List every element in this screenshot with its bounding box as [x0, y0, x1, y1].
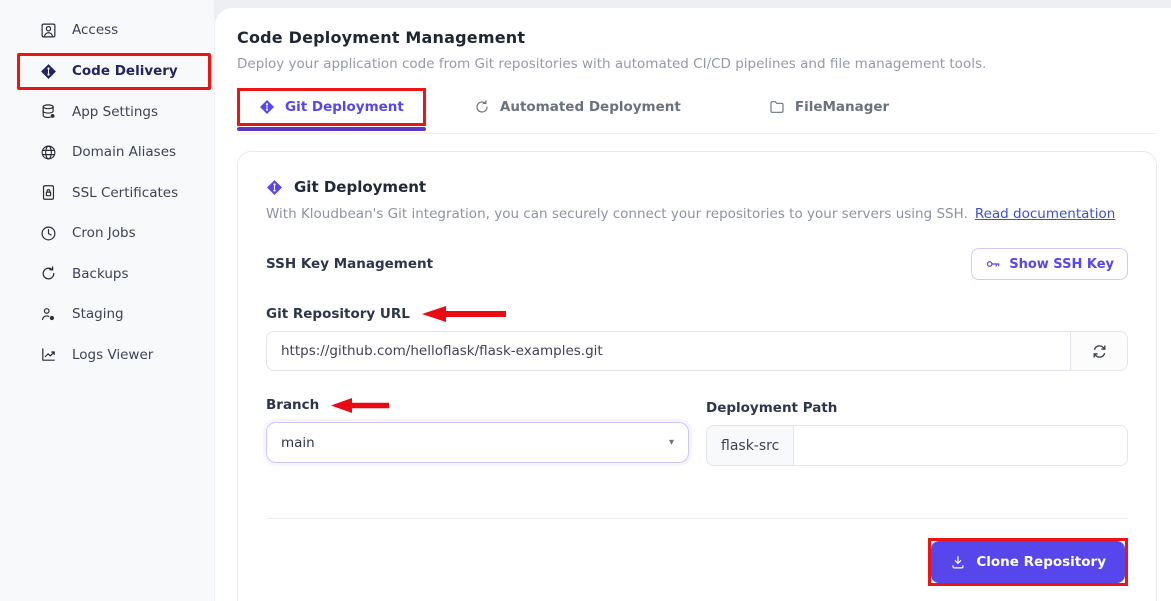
tab-label: Git Deployment — [285, 99, 404, 115]
git-icon — [41, 63, 56, 79]
main-panel: Code Deployment Management Deploy your a… — [215, 8, 1171, 601]
annotation-highlight-box: Clone Repository — [928, 538, 1128, 586]
card-title: Git Deployment — [294, 178, 427, 196]
branch-path-row: Branch main ▾ Deployment Path flask-src — [266, 397, 1128, 466]
staging-icon — [41, 307, 55, 320]
git-icon — [267, 179, 282, 195]
sidebar-item-app-settings[interactable]: App Settings — [0, 92, 214, 133]
tab-bar: Git Deployment Automated Deployment File… — [237, 88, 1157, 134]
clone-repository-label: Clone Repository — [976, 554, 1106, 570]
clone-repository-button[interactable]: Clone Repository — [931, 541, 1125, 583]
download-icon — [952, 556, 964, 569]
sidebar-item-label: App Settings — [72, 103, 159, 120]
sync-icon — [476, 100, 488, 113]
actions-row: Clone Repository — [266, 538, 1128, 586]
sidebar-item-backups[interactable]: Backups — [0, 254, 214, 295]
sidebar-item-domain-aliases[interactable]: Domain Aliases — [0, 132, 214, 173]
sidebar-item-label: Staging — [72, 306, 124, 323]
branch-label-row: Branch — [266, 397, 689, 413]
git-repository-url-label: Git Repository URL — [266, 306, 410, 322]
tab-filemanager[interactable]: FileManager — [747, 88, 911, 126]
folder-icon — [770, 101, 784, 113]
refresh-repo-button[interactable] — [1070, 332, 1127, 370]
deployment-path-field: flask-src — [706, 425, 1128, 466]
branch-select[interactable]: main ▾ — [266, 422, 689, 463]
chevron-down-icon: ▾ — [668, 437, 674, 448]
tab-label: FileManager — [794, 99, 890, 115]
sidebar-item-staging[interactable]: Staging — [0, 294, 214, 335]
database-icon — [42, 104, 55, 119]
git-icon — [260, 100, 274, 114]
user-badge-icon — [41, 23, 56, 38]
sync-icon — [1093, 344, 1105, 358]
sidebar-item-label: SSL Certificates — [72, 184, 179, 201]
description-text: With Kloudbean's Git integration, you ca… — [266, 206, 968, 222]
sidebar-item-label: Backups — [72, 265, 129, 282]
repo-url-input[interactable] — [267, 332, 1070, 370]
repo-url-field — [266, 331, 1128, 371]
page-title: Code Deployment Management — [237, 28, 526, 47]
sidebar-item-label: Code Delivery — [72, 63, 178, 79]
tab-label: Automated Deployment — [499, 99, 681, 115]
sidebar-item-code-delivery[interactable]: Code Delivery — [17, 52, 211, 90]
certificate-icon — [42, 185, 55, 201]
sidebar-item-label: Domain Aliases — [72, 144, 177, 161]
branch-label: Branch — [266, 397, 320, 413]
clock-icon — [41, 226, 56, 241]
deployment-path-input[interactable] — [794, 426, 1127, 465]
key-icon — [987, 261, 1000, 267]
git-deployment-card: Git Deployment With Kloudbean's Git inte… — [237, 151, 1157, 601]
repo-url-label-row: Git Repository URL — [266, 306, 1128, 322]
show-ssh-key-label: Show SSH Key — [1009, 256, 1114, 272]
page-subtitle: Deploy your application code from Git re… — [237, 56, 987, 72]
sidebar-item-label: Cron Jobs — [72, 225, 136, 242]
card-description: With Kloudbean's Git integration, you ca… — [266, 206, 1128, 222]
divider — [266, 518, 1128, 519]
restore-icon — [42, 266, 55, 280]
sidebar-item-access[interactable]: Access — [0, 10, 214, 51]
deployment-path-prefix: flask-src — [707, 426, 795, 465]
read-documentation-link[interactable]: Read documentation — [975, 206, 1115, 222]
annotation-arrow-repo-url — [421, 306, 506, 322]
chart-trend-icon — [42, 348, 55, 362]
tab-automated-deployment[interactable]: Automated Deployment — [452, 88, 703, 126]
annotation-arrow-branch — [331, 397, 390, 413]
sidebar-item-ssl-certificates[interactable]: SSL Certificates — [0, 173, 214, 214]
sidebar-item-logs-viewer[interactable]: Logs Viewer — [0, 335, 214, 376]
sidebar-item-cron-jobs[interactable]: Cron Jobs — [0, 213, 214, 254]
tab-git-deployment[interactable]: Git Deployment — [237, 88, 426, 131]
branch-column: Branch main ▾ — [266, 397, 689, 466]
ssh-key-row: SSH Key Management Show SSH Key — [266, 248, 1128, 280]
sidebar: Access Code Delivery App Settings Domain… — [0, 0, 214, 601]
globe-icon — [41, 145, 56, 160]
sidebar-item-label: Access — [72, 22, 119, 39]
show-ssh-key-button[interactable]: Show SSH Key — [971, 248, 1128, 280]
card-header: Git Deployment — [266, 178, 1128, 196]
sidebar-item-label: Logs Viewer — [72, 346, 154, 363]
ssh-key-management-label: SSH Key Management — [266, 256, 434, 272]
branch-selected-value: main — [281, 434, 315, 451]
deployment-path-column: Deployment Path flask-src — [706, 397, 1128, 466]
deployment-path-label: Deployment Path — [706, 400, 838, 416]
